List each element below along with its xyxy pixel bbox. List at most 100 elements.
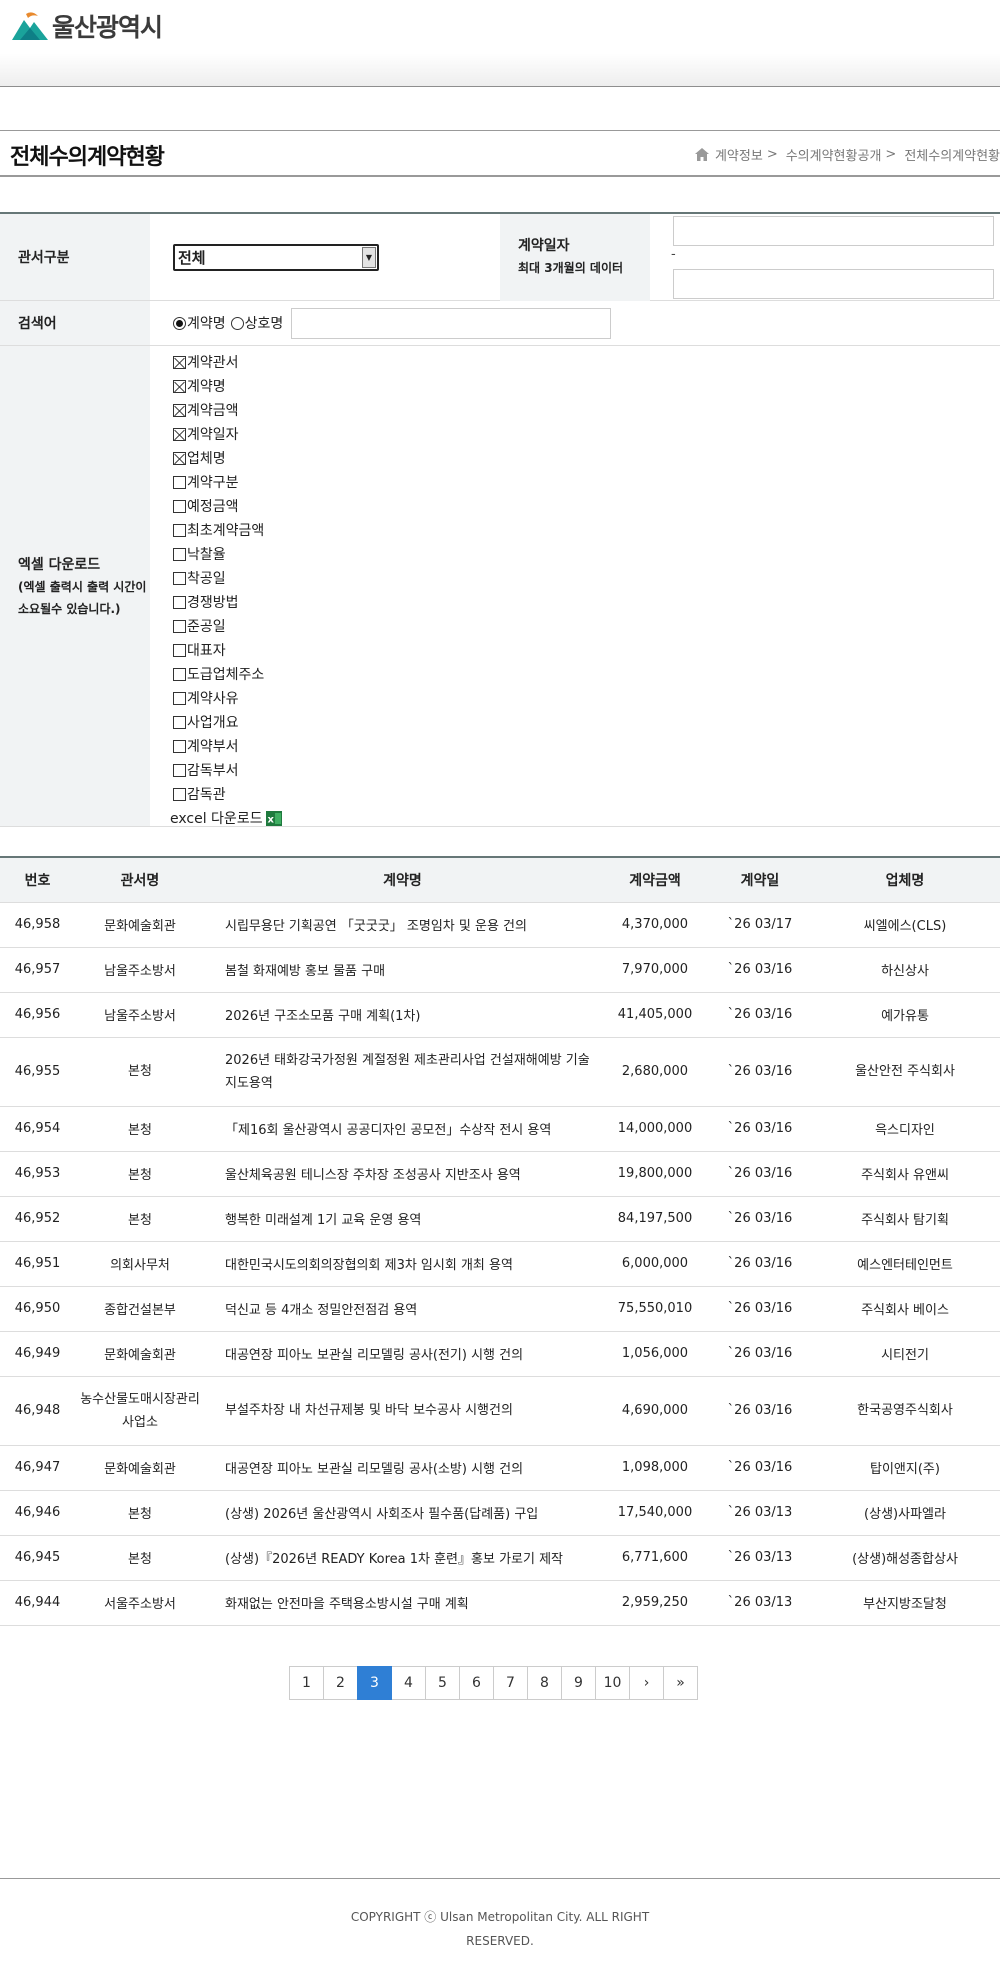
checkbox-label[interactable]: 예정금액	[187, 496, 239, 516]
checkbox-label[interactable]: 계약명	[187, 376, 226, 396]
checkbox-label[interactable]: 계약관서	[187, 352, 239, 372]
checkbox-label[interactable]: 사업개요	[187, 712, 239, 732]
excel-column-option[interactable]: 계약명	[173, 374, 282, 398]
checkbox[interactable]	[173, 475, 186, 489]
checkbox[interactable]	[173, 499, 186, 513]
radio-contract-name[interactable]	[173, 316, 186, 330]
radio-contract-label[interactable]: 계약명	[187, 313, 226, 333]
cell-name[interactable]: (상생) 2026년 울산광역시 사회조사 필수품(답례품) 구입	[205, 1490, 600, 1536]
checkbox-label[interactable]: 감독부서	[187, 760, 239, 780]
cell-name[interactable]: 화재없는 안전마을 주택용소방시설 구매 계획	[205, 1580, 600, 1626]
table-row[interactable]: 46,951 의회사무처 대한민국시도의회의장협의회 제3차 임시회 개최 용역 6,…	[0, 1241, 1000, 1287]
table-row[interactable]: 46,948 농수산물도매시장관리사업소 부설주차장 내 차선규제봉 및 바닥 보수…	[0, 1376, 1000, 1446]
excel-column-option[interactable]: 계약구분	[173, 470, 282, 494]
checkbox[interactable]	[173, 667, 186, 681]
table-row[interactable]: 46,947 문화예술회관 대공연장 피아노 보관실 리모델링 공사(소방) 시행 …	[0, 1445, 1000, 1491]
checkbox[interactable]	[173, 595, 186, 609]
cell-name[interactable]: 「제16회 울산광역시 공공디자인 공모전」수상작 전시 용역	[205, 1106, 600, 1152]
page-button[interactable]: 6	[459, 1666, 494, 1700]
checkbox[interactable]	[173, 451, 186, 465]
table-row[interactable]: 46,953 본청 울산체육공원 테니스장 주차장 조성공사 지반조사 용역 19,8…	[0, 1151, 1000, 1197]
breadcrumb-current[interactable]: 전체수의계약현황	[904, 145, 1000, 164]
excel-column-option[interactable]: 착공일	[173, 566, 282, 590]
table-row[interactable]: 46,957 남울주소방서 봄철 화재예방 홍보 물품 구매 7,970,000 `26…	[0, 947, 1000, 993]
checkbox[interactable]	[173, 643, 186, 657]
page-button[interactable]: 10	[595, 1666, 630, 1700]
checkbox[interactable]	[173, 715, 186, 729]
cell-name[interactable]: 행복한 미래설계 1기 교육 운영 용역	[205, 1196, 600, 1242]
checkbox[interactable]	[173, 379, 186, 393]
chevron-down-icon[interactable]: ▼	[362, 246, 376, 268]
table-row[interactable]: 46,958 문화예술회관 시립무용단 기획공연 「굿굿굿」 조명임차 및 운용 건…	[0, 902, 1000, 948]
excel-column-option[interactable]: 계약사유	[173, 686, 282, 710]
next-page-icon[interactable]: ›	[629, 1666, 664, 1700]
excel-column-option[interactable]: 준공일	[173, 614, 282, 638]
table-row[interactable]: 46,945 본청 (상생)『2026년 READY Korea 1차 훈련』홍보 …	[0, 1535, 1000, 1581]
checkbox-label[interactable]: 최초계약금액	[187, 520, 264, 540]
table-row[interactable]: 46,952 본청 행복한 미래설계 1기 교육 운영 용역 84,197,500 `2…	[0, 1196, 1000, 1242]
excel-column-option[interactable]: 도급업체주소	[173, 662, 282, 686]
cell-name[interactable]: 대한민국시도의회의장협의회 제3차 임시회 개최 용역	[205, 1241, 600, 1287]
page-button[interactable]: 2	[323, 1666, 358, 1700]
checkbox[interactable]	[173, 787, 186, 801]
breadcrumb-item[interactable]: 수의계약현황공개	[786, 145, 882, 164]
excel-column-option[interactable]: 계약관서	[173, 350, 282, 374]
cell-name[interactable]: 시립무용단 기획공연 「굿굿굿」 조명임차 및 운용 건의	[205, 902, 600, 948]
checkbox-label[interactable]: 계약금액	[187, 400, 239, 420]
excel-column-option[interactable]: 계약금액	[173, 398, 282, 422]
table-row[interactable]: 46,944 서울주소방서 화재없는 안전마을 주택용소방시설 구매 계획 2,959…	[0, 1580, 1000, 1626]
cell-name[interactable]: 2026년 태화강국가정원 계절정원 제초관리사업 건설재해예방 기술지도용역	[205, 1037, 600, 1107]
checkbox[interactable]	[173, 547, 186, 561]
excel-column-option[interactable]: 계약일자	[173, 422, 282, 446]
checkbox[interactable]	[173, 619, 186, 633]
checkbox[interactable]	[173, 355, 186, 369]
start-date-input[interactable]	[673, 215, 994, 246]
checkbox-label[interactable]: 계약부서	[187, 736, 239, 756]
breadcrumb-item[interactable]: 계약정보	[715, 145, 763, 164]
page-button[interactable]: 1	[289, 1666, 324, 1700]
cell-name[interactable]: 대공연장 피아노 보관실 리모델링 공사(소방) 시행 건의	[205, 1445, 600, 1491]
checkbox[interactable]	[173, 763, 186, 777]
checkbox[interactable]	[173, 739, 186, 753]
checkbox-label[interactable]: 착공일	[187, 568, 226, 588]
checkbox[interactable]	[173, 427, 186, 441]
checkbox-label[interactable]: 계약일자	[187, 424, 239, 444]
site-logo[interactable]: 울산광역시	[10, 10, 163, 42]
checkbox-label[interactable]: 대표자	[187, 640, 226, 660]
last-page-icon[interactable]: »	[663, 1666, 698, 1700]
excel-download-button[interactable]: excel 다운로드 x	[170, 806, 282, 830]
cell-name[interactable]: 덕신교 등 4개소 정밀안전점검 용역	[205, 1286, 600, 1332]
cell-name[interactable]: 봄철 화재예방 홍보 물품 구매	[205, 947, 600, 993]
page-button[interactable]: 4	[391, 1666, 426, 1700]
cell-name[interactable]: 2026년 구조소모품 구매 계획(1차)	[205, 992, 600, 1038]
cell-name[interactable]: (상생)『2026년 READY Korea 1차 훈련』홍보 가로기 제작	[205, 1535, 600, 1581]
excel-column-option[interactable]: 경쟁방법	[173, 590, 282, 614]
table-row[interactable]: 46,956 남울주소방서 2026년 구조소모품 구매 계획(1차) 41,405,…	[0, 992, 1000, 1038]
page-button[interactable]: 9	[561, 1666, 596, 1700]
excel-column-option[interactable]: 예정금액	[173, 494, 282, 518]
checkbox-label[interactable]: 감독관	[187, 784, 226, 804]
keyword-input[interactable]	[291, 307, 612, 339]
cell-name[interactable]: 울산체육공원 테니스장 주차장 조성공사 지반조사 용역	[205, 1151, 600, 1197]
checkbox-label[interactable]: 도급업체주소	[187, 664, 264, 684]
checkbox-label[interactable]: 준공일	[187, 616, 226, 636]
radio-company-label[interactable]: 상호명	[245, 313, 284, 333]
checkbox-label[interactable]: 업체명	[187, 448, 226, 468]
checkbox[interactable]	[173, 403, 186, 417]
home-icon[interactable]	[694, 148, 709, 161]
cell-name[interactable]: 부설주차장 내 차선규제봉 및 바닥 보수공사 시행건의	[205, 1376, 600, 1446]
page-button[interactable]: 7	[493, 1666, 528, 1700]
end-date-input[interactable]	[673, 268, 994, 299]
checkbox-label[interactable]: 계약사유	[187, 688, 239, 708]
checkbox[interactable]	[173, 691, 186, 705]
excel-column-option[interactable]: 최초계약금액	[173, 518, 282, 542]
page-button[interactable]: 8	[527, 1666, 562, 1700]
radio-company-name[interactable]	[230, 316, 244, 330]
checkbox[interactable]	[173, 523, 186, 537]
excel-column-option[interactable]: 낙찰율	[173, 542, 282, 566]
page-button[interactable]: 3	[357, 1666, 392, 1700]
checkbox-label[interactable]: 경쟁방법	[187, 592, 239, 612]
excel-column-option[interactable]: 대표자	[173, 638, 282, 662]
excel-column-option[interactable]: 계약부서	[173, 734, 282, 758]
checkbox-label[interactable]: 낙찰율	[187, 544, 226, 564]
